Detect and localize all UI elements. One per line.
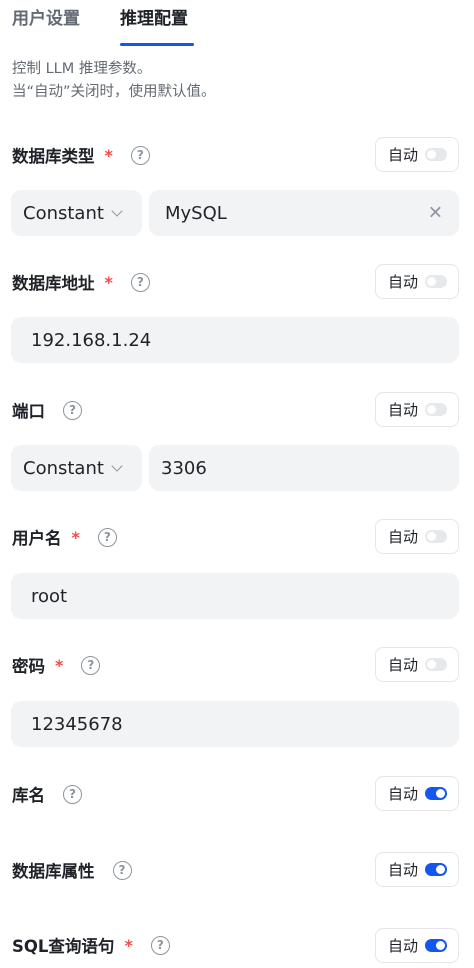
db-type-label-row: 数据库类型 * ? xyxy=(12,142,150,168)
auto-label: 自动 xyxy=(388,401,419,419)
auto-label: 自动 xyxy=(388,273,419,291)
port-auto-switch[interactable]: 自动 xyxy=(375,392,459,427)
password-auto-switch[interactable]: 自动 xyxy=(375,647,459,682)
help-icon[interactable]: ? xyxy=(150,935,170,955)
password-value: 12345678 xyxy=(31,713,123,735)
sql-query-label-row: SQL查询语句 * ? xyxy=(12,932,170,958)
username-value: root xyxy=(31,585,68,607)
description-line-2: 当“自动”关闭时，使用默认值。 xyxy=(12,84,216,100)
auto-label: 自动 xyxy=(388,861,419,879)
toggle-icon[interactable] xyxy=(425,403,448,416)
help-icon[interactable]: ? xyxy=(63,400,82,420)
toggle-icon[interactable] xyxy=(425,275,448,288)
db-type-label: 数据库类型 xyxy=(12,147,95,166)
required-mark: * xyxy=(71,527,80,547)
description-line-1: 控制 LLM 推理参数。 xyxy=(12,61,152,77)
required-mark: * xyxy=(104,272,113,292)
help-icon[interactable]: ? xyxy=(97,527,117,547)
toggle-icon[interactable] xyxy=(425,787,448,800)
db-type-auto-switch[interactable]: 自动 xyxy=(375,137,459,172)
db-name-label-row: 库名 ? xyxy=(12,781,82,807)
tab-user-settings[interactable]: 用户设置 xyxy=(12,8,80,30)
db-address-input[interactable]: 192.168.1.24 xyxy=(11,317,459,363)
auto-label: 自动 xyxy=(388,937,419,955)
help-icon[interactable]: ? xyxy=(81,655,101,675)
required-mark: * xyxy=(104,145,113,165)
tab-inference-config[interactable]: 推理配置 xyxy=(120,8,188,30)
username-input[interactable]: root xyxy=(11,573,459,619)
toggle-icon[interactable] xyxy=(425,530,448,543)
db-properties-label: 数据库属性 xyxy=(12,862,95,881)
db-address-label-row: 数据库地址 * ? xyxy=(12,269,150,295)
db-properties-label-row: 数据库属性 ? xyxy=(12,857,132,883)
db-name-auto-switch[interactable]: 自动 xyxy=(375,776,459,811)
db-type-mode-select[interactable]: Constant xyxy=(11,190,142,236)
toggle-icon[interactable] xyxy=(425,658,448,671)
db-address-value: 192.168.1.24 xyxy=(31,329,152,351)
auto-label: 自动 xyxy=(388,146,419,164)
sql-query-label: SQL查询语句 xyxy=(12,937,115,956)
db-type-value: MySQL xyxy=(165,202,227,224)
port-input[interactable]: 3306 xyxy=(149,445,459,491)
chevron-down-icon xyxy=(111,204,123,217)
clear-icon[interactable]: ✕ xyxy=(428,203,443,224)
username-auto-switch[interactable]: 自动 xyxy=(375,519,459,554)
port-value: 3306 xyxy=(161,457,207,479)
help-icon[interactable]: ? xyxy=(130,272,150,292)
help-icon[interactable]: ? xyxy=(63,784,82,804)
db-address-label: 数据库地址 xyxy=(12,274,95,293)
toggle-icon[interactable] xyxy=(425,863,448,876)
db-properties-auto-switch[interactable]: 自动 xyxy=(375,852,459,887)
db-name-label: 库名 xyxy=(12,786,45,805)
mode-value: Constant xyxy=(23,202,104,224)
tab-bar: 用户设置 推理配置 xyxy=(0,0,474,46)
port-label-row: 端口 ? xyxy=(12,397,82,423)
auto-label: 自动 xyxy=(388,528,419,546)
username-label: 用户名 xyxy=(12,529,62,548)
auto-label: 自动 xyxy=(388,656,419,674)
db-type-value-select[interactable]: MySQL ✕ xyxy=(149,190,459,236)
port-mode-select[interactable]: Constant xyxy=(11,445,142,491)
help-icon[interactable]: ? xyxy=(130,145,150,165)
mode-value: Constant xyxy=(23,457,104,479)
password-label: 密码 xyxy=(12,657,45,676)
help-icon[interactable]: ? xyxy=(112,860,132,880)
sql-query-auto-switch[interactable]: 自动 xyxy=(375,928,459,963)
auto-label: 自动 xyxy=(388,785,419,803)
password-input[interactable]: 12345678 xyxy=(11,701,459,747)
chevron-down-icon xyxy=(111,459,123,472)
toggle-icon[interactable] xyxy=(425,939,448,952)
active-tab-indicator xyxy=(120,43,194,46)
required-mark: * xyxy=(55,655,64,675)
port-label: 端口 xyxy=(12,402,45,421)
required-mark: * xyxy=(124,935,133,955)
password-label-row: 密码 * ? xyxy=(12,652,101,678)
db-address-auto-switch[interactable]: 自动 xyxy=(375,264,459,299)
toggle-icon[interactable] xyxy=(425,148,448,161)
username-label-row: 用户名 * ? xyxy=(12,524,117,550)
